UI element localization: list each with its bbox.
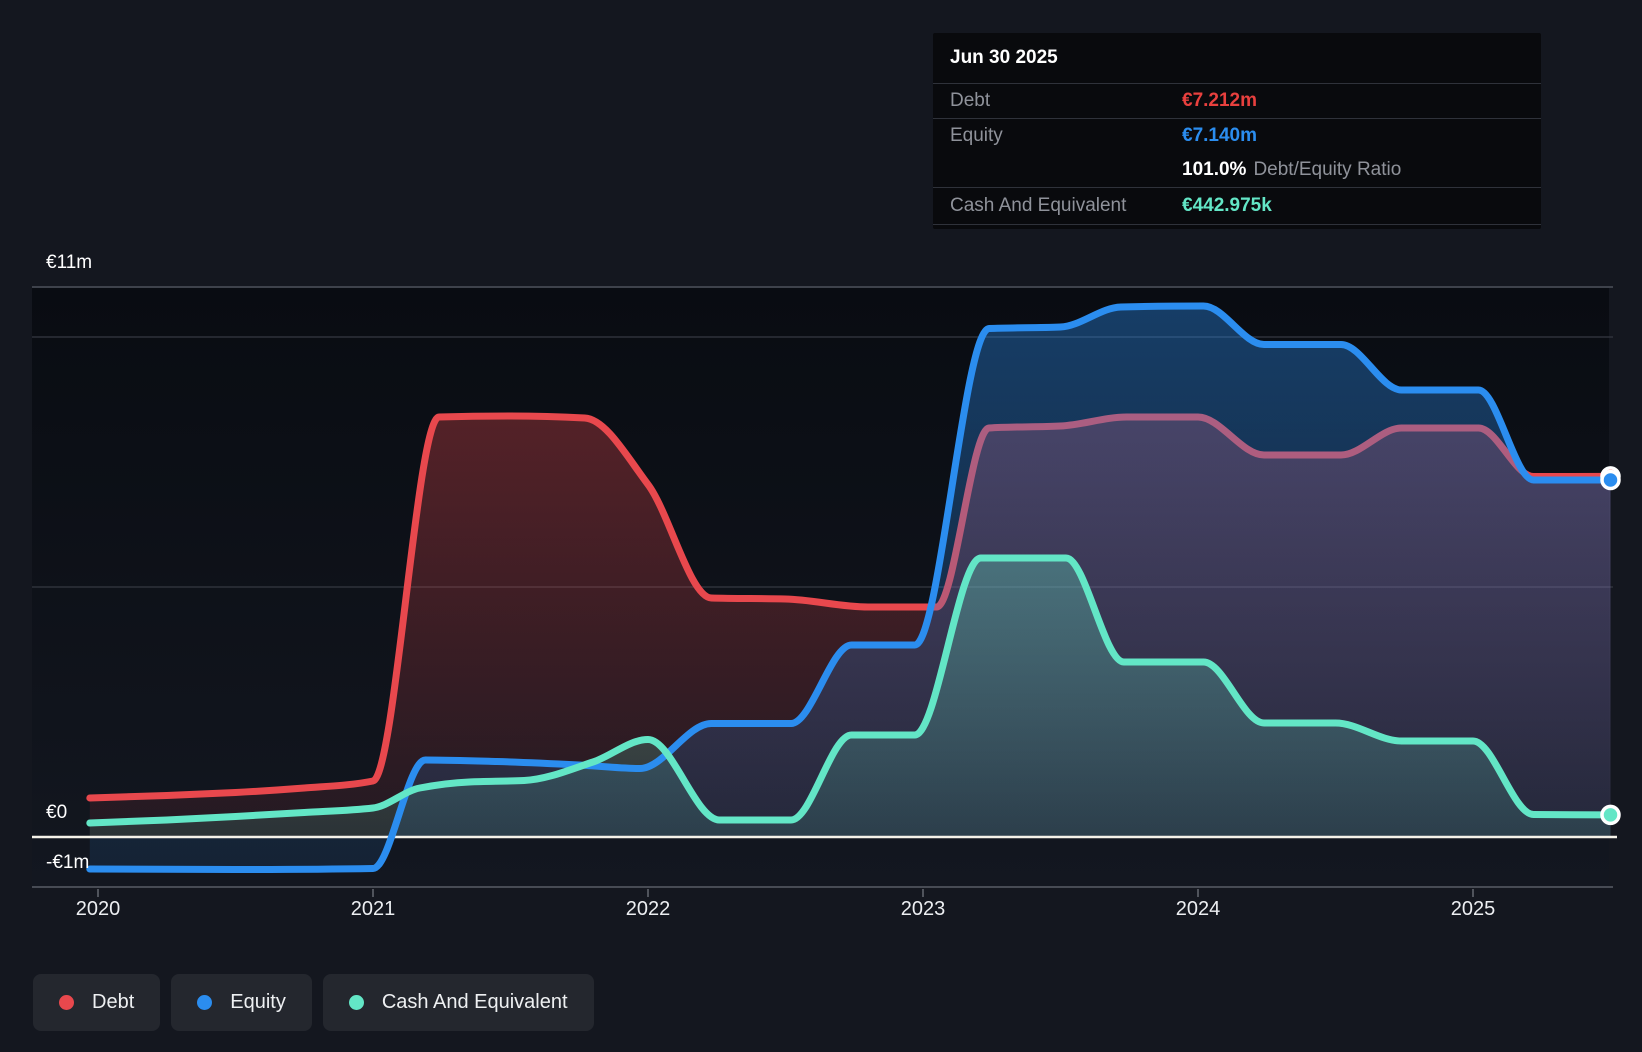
- tooltip-ratio-label: Debt/Equity Ratio: [1253, 159, 1402, 180]
- tooltip-row-equity: Equity €7.140m: [933, 119, 1541, 153]
- tooltip-ratio-value: 101.0%: [1182, 159, 1247, 180]
- x-axis-label-2022: 2022: [625, 898, 671, 920]
- x-axis-label-2025: 2025: [1450, 898, 1496, 920]
- cash-legend-dot-icon: [348, 995, 364, 1010]
- tooltip-debt-label: Debt: [950, 90, 991, 111]
- tooltip-row-cash: Cash And Equivalent €442.975k: [933, 188, 1541, 225]
- legend-toggle-debt[interactable]: Debt: [33, 974, 161, 1031]
- legend-toggle-cash[interactable]: Cash And Equivalent: [322, 974, 594, 1031]
- balance-sheet-history-chart: €11m €0 -€1m 2020 2021 2022 2023 2024 2025 Ju…: [0, 0, 1642, 1052]
- legend-toggle-equity[interactable]: Equity: [171, 974, 312, 1031]
- debt-legend-dot-icon: [59, 995, 74, 1010]
- legend-label: Cash And Equivalent: [381, 991, 568, 1013]
- y-axis-label-min: -€1m: [46, 852, 90, 873]
- tooltip-equity-value: €7.140m: [1182, 125, 1258, 146]
- equity-legend-dot-icon: [197, 995, 213, 1010]
- tooltip-cash-value: €442.975k: [1182, 195, 1272, 216]
- tooltip-cash-label: Cash And Equivalent: [950, 195, 1127, 216]
- tooltip-row-debt: Debt €7.212m: [933, 84, 1541, 119]
- cash-endpoint-marker: [1600, 804, 1621, 826]
- x-axis-label-2024: 2024: [1175, 898, 1221, 920]
- tooltip-equity-label: Equity: [950, 125, 1003, 146]
- tooltip-debt-value: €7.212m: [1182, 90, 1258, 111]
- x-axis-label-2021: 2021: [350, 898, 396, 920]
- y-axis-label-zero: €0: [46, 802, 68, 823]
- legend-label: Debt: [92, 991, 135, 1013]
- y-axis-label-max: €11m: [46, 252, 93, 273]
- legend-label: Equity: [230, 991, 286, 1013]
- tooltip-date: Jun 30 2025: [933, 33, 1541, 84]
- equity-endpoint-marker: [1600, 469, 1621, 491]
- chart-legend: Debt Equity Cash And Equivalent: [33, 974, 594, 1031]
- x-axis-label-2023: 2023: [900, 898, 946, 920]
- chart-tooltip: Jun 30 2025 Debt €7.212m Equity €7.140m …: [933, 33, 1541, 229]
- tooltip-row-ratio: 101.0% Debt/Equity Ratio: [933, 153, 1541, 188]
- x-axis-label-2020: 2020: [75, 898, 121, 920]
